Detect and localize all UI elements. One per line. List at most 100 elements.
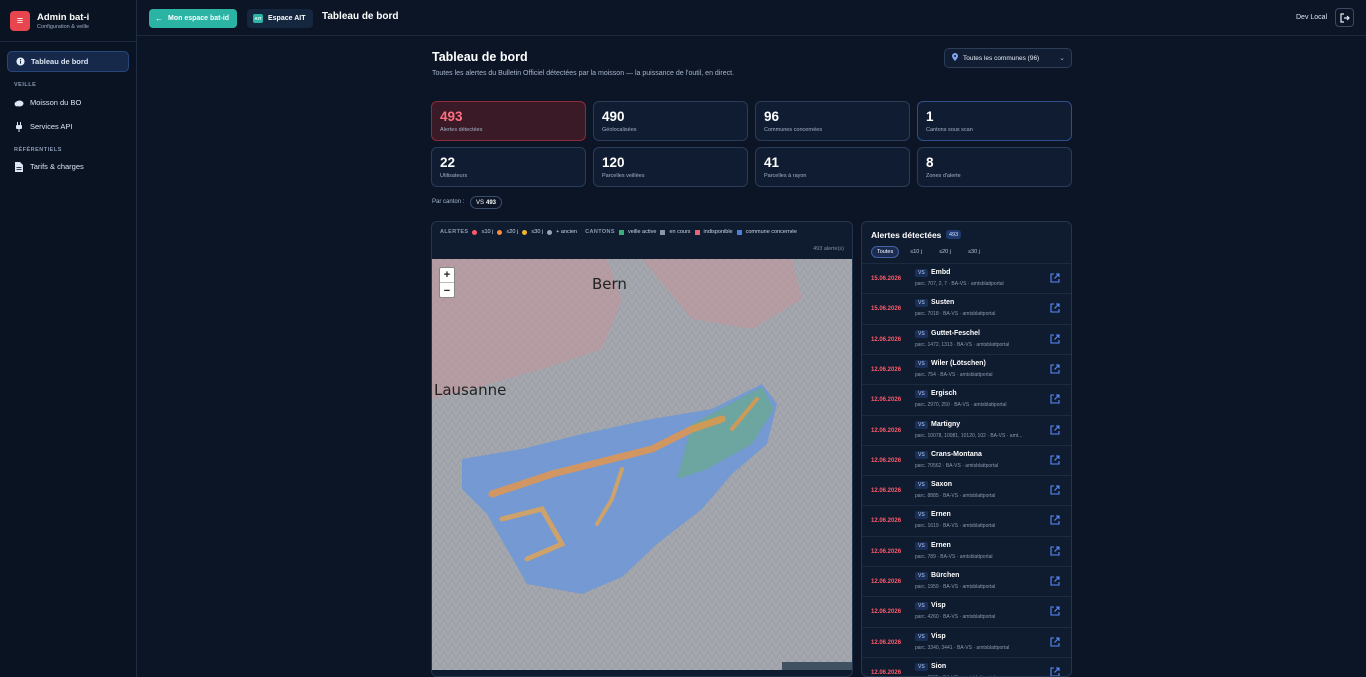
sidebar-item-tableau-de-bord[interactable]: Tableau de bord [7,51,129,72]
brand: ≡ Admin bat-i Configuration & veille [0,0,136,42]
document-icon [14,161,24,172]
alert-canton-badge: VS [915,662,928,671]
menu-logo-icon[interactable]: ≡ [10,10,30,31]
alert-detail: parc. 8885 · BA-VS · amtsblattportal [915,493,996,500]
sidebar-item-moisson[interactable]: Moisson du BO [7,92,129,113]
cloud-icon [14,98,24,108]
external-link-icon[interactable] [1050,637,1060,649]
external-link-icon[interactable] [1050,546,1060,558]
filter-20j[interactable]: ≤20 j [933,246,957,258]
alert-canton-badge: VS [915,572,928,580]
alert-row[interactable]: 12.06.2026 VS Ergisch parc. 2970, 250 · BA-… [862,384,1071,414]
user-name[interactable]: Dev Local [1296,14,1327,21]
alert-row[interactable]: 12.06.2026VSSionparc. 2235 · BA-VS · amt… [862,656,1071,676]
stat-label: Alertes détectées [440,127,483,133]
alert-detail: parc. 2970, 250 · BA-VS · amtsblattporta… [915,402,1007,409]
stat-card-communes: 96 Communes concernées [755,101,910,141]
espace-ait-button[interactable]: AIT Espace AIT [247,9,313,28]
alert-row[interactable]: 15.06.2026 VS Susten parc. 7018 · BA-VS · a… [862,293,1071,323]
alert-detail: parc. 789 · BA-VS · amtsblattportal [915,553,993,560]
stat-card-parcelles-veillees: 120 Parcelles veillées [593,147,748,187]
ait-label: Espace AIT [268,15,306,22]
alert-date: 12.06.2026 [871,397,902,404]
external-link-icon[interactable] [1050,455,1060,467]
alerts-filters: Toutes ≤10 j ≤20 j ≤30 j [871,246,986,258]
external-link-icon[interactable] [1050,606,1060,618]
alert-canton-badge: VS [915,450,928,459]
legend-label: indisponible [703,229,733,235]
alert-row[interactable]: 12.06.2026 VS Visp parc. 3340, 3441 · BA-VS… [862,626,1071,657]
pin-icon [952,53,958,63]
external-link-icon[interactable] [1050,334,1060,346]
stat-value: 8 [926,155,934,170]
alert-date: 12.06.2026 [871,548,902,555]
alert-row[interactable]: 12.06.2026 VS Visp parc. 4260 · BA-VS · amt… [862,596,1071,626]
external-link-icon[interactable] [1050,364,1060,376]
legend-dot-30 [522,229,528,235]
zoom-out-button[interactable]: − [440,283,454,298]
alert-date: 12.06.2026 [871,488,902,495]
legend-sq-encours [660,229,666,235]
legend-dot-ancien [547,229,553,235]
map-canvas[interactable]: + − Bern Lausanne [432,259,852,670]
sidebar-item-services-api[interactable]: Services API [7,116,129,137]
external-link-icon[interactable] [1050,667,1060,676]
external-link-icon[interactable] [1050,485,1060,497]
commune-select[interactable]: Toutes les communes (96) ⌄ [944,48,1072,68]
alert-commune: Bürchen [931,572,960,579]
canton-chip-vs[interactable]: VS 493 [470,196,502,209]
filter-toutes[interactable]: Toutes [871,246,900,258]
alert-row[interactable]: 12.06.2026 VS Guttet-Feschel parc. 1472, 13… [862,323,1071,354]
legend-label: ≤20 j [506,229,519,235]
alert-row[interactable]: 12.06.2026 VS Bürchen parc. 1959 · BA-VS · … [862,566,1071,596]
external-link-icon[interactable] [1050,273,1060,285]
legend-cantons-title: CANTONS [585,229,615,235]
zoom-in-button[interactable]: + [440,268,454,283]
alert-date: 12.06.2026 [871,457,902,464]
external-link-icon[interactable] [1050,394,1060,406]
alert-row[interactable]: 12.06.2026 VS Martigny parc. 10078, 10081, … [862,414,1071,445]
external-link-icon[interactable] [1050,515,1060,527]
alert-row[interactable]: 12.06.2026 VS Saxon parc. 8885 · BA-VS · am… [862,475,1071,505]
stat-card-cantons: 1 Cantons sous scan [917,101,1072,141]
sidebar-item-label: Services API [30,122,73,131]
map-terrain [432,259,852,670]
brand-title: Admin bat-i [37,11,90,23]
sidebar-item-label: Moisson du BO [30,98,82,107]
stat-value: 41 [764,155,780,170]
alert-canton-badge: VS [915,481,928,490]
alert-row[interactable]: 12.06.2026 VS Wiler (Lötschen) parc. 754 · … [862,353,1071,384]
alert-date: 15.06.2026 [871,276,902,282]
stat-label: Utilisateurs [440,173,468,179]
canton-code: VS [475,199,484,206]
alert-row[interactable]: 15.06.2026 VS Embd parc. 707, 2, 7 · BA-VS … [862,263,1071,293]
alert-row[interactable]: 12.06.2026 VS Ernen parc. 1619 · BA-VS · am… [862,505,1071,535]
legend-dot-10 [472,229,478,235]
canton-count: 493 [486,199,497,206]
logout-icon[interactable] [1335,8,1354,27]
brand-subtitle: Configuration & veille [37,23,89,30]
legend-label: commune concernée [745,229,797,235]
sidebar-item-label: Tarifs & charges [30,162,84,171]
alerts-count-badge: 493 [946,230,962,239]
external-link-icon[interactable] [1050,576,1060,588]
ait-logo-icon: AIT [253,14,263,23]
alert-date: 12.06.2026 [871,609,902,616]
alert-commune: Susten [931,299,955,307]
filter-30j[interactable]: ≤30 j [962,246,986,258]
stat-value: 22 [440,155,456,170]
alert-row[interactable]: 12.06.2026 VS Ernen parc. 789 · BA-VS · amt… [862,535,1071,566]
back-to-bat-id-button[interactable]: ← Mon espace bat-id [149,9,237,28]
stat-card-utilisateurs: 22 Utilisateurs [431,147,586,187]
map-label-lausanne: Lausanne [434,381,507,399]
external-link-icon[interactable] [1050,424,1060,437]
alert-date: 12.06.2026 [871,366,902,373]
alert-commune: Embd [931,269,951,276]
alert-row[interactable]: 12.06.2026 VS Crans-Montana parc. 70562 · B… [862,444,1071,475]
topbar: ← Mon espace bat-id AIT Espace AIT Table… [137,0,1366,36]
alert-date: 12.06.2026 [871,427,902,434]
sidebar-item-tarifs[interactable]: Tarifs & charges [7,156,129,177]
filter-10j[interactable]: ≤10 j [904,246,928,258]
external-link-icon[interactable] [1050,303,1060,315]
legend-label: veille active [628,229,657,235]
